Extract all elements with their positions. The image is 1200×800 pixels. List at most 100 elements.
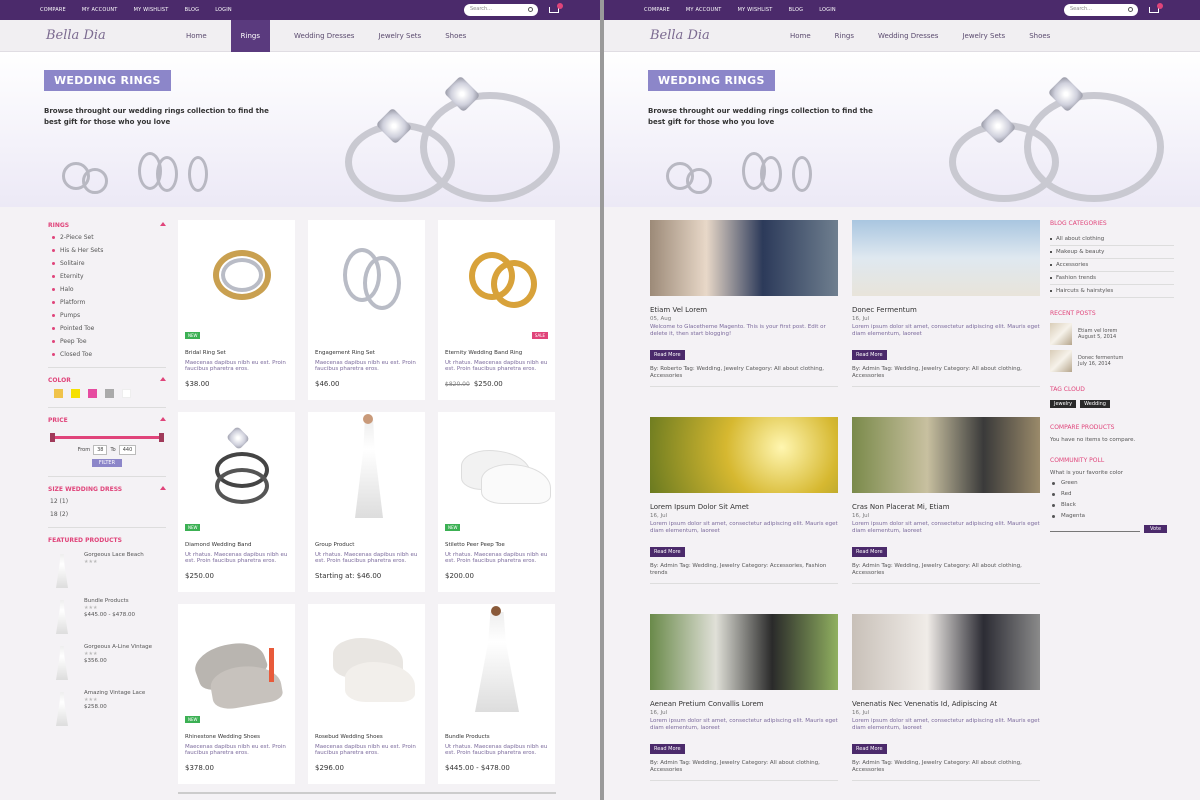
search-icon[interactable]: [1128, 7, 1133, 12]
product-image[interactable]: [445, 220, 548, 330]
nav-wedding-dresses[interactable]: Wedding Dresses: [294, 20, 354, 52]
nav-home[interactable]: Home: [790, 20, 811, 52]
featured-product[interactable]: Amazing Vintage Lace ★★★ $258.00: [48, 690, 166, 728]
product-name[interactable]: Group Product: [315, 542, 418, 548]
featured-product-name[interactable]: Bundle Products: [84, 598, 135, 605]
size-option[interactable]: 18 (2): [50, 511, 166, 518]
read-more-button[interactable]: Read More: [650, 350, 685, 360]
post-image[interactable]: [650, 614, 838, 690]
product-image[interactable]: [185, 220, 288, 330]
post-title[interactable]: Venenatis Nec Venenatis Id, Adipiscing A…: [852, 700, 1040, 708]
product-image[interactable]: [185, 604, 288, 714]
top-link-login[interactable]: LOGIN: [215, 7, 232, 13]
product-card[interactable]: NEW Rhinestone Wedding Shoes Maecenas dapi…: [178, 604, 295, 784]
poll-option[interactable]: Black: [1052, 502, 1174, 508]
color-swatch[interactable]: [105, 389, 114, 398]
top-link-compare[interactable]: COMPARE: [644, 7, 670, 13]
product-thumbnail[interactable]: [48, 598, 76, 636]
post-title[interactable]: Donec Fermentum: [852, 306, 1040, 314]
product-card[interactable]: NEW Diamond Wedding Band Ut rhatus. Maecen…: [178, 412, 295, 592]
blog-category-link[interactable]: Fashion trends: [1050, 272, 1174, 285]
read-more-button[interactable]: Read More: [650, 547, 685, 557]
filter-heading-rings[interactable]: RINGS: [48, 222, 166, 229]
color-swatch[interactable]: [54, 389, 63, 398]
post-title[interactable]: Lorem Ipsum Dolor Sit Amet: [650, 503, 838, 511]
nav-jewelry-sets[interactable]: Jewelry Sets: [378, 20, 421, 52]
poll-option[interactable]: Green: [1052, 480, 1174, 486]
product-image[interactable]: [445, 412, 551, 522]
read-more-button[interactable]: Read More: [650, 744, 685, 754]
filter-option-5[interactable]: Platform: [52, 299, 166, 306]
tag-link[interactable]: Wedding: [1080, 400, 1110, 408]
product-image[interactable]: [315, 604, 418, 714]
nav-shoes[interactable]: Shoes: [445, 20, 466, 52]
radio-button[interactable]: [1052, 514, 1055, 518]
read-more-button[interactable]: Read More: [852, 744, 887, 754]
featured-product[interactable]: Gorgeous Lace Beach ★★★: [48, 552, 166, 590]
collapse-icon[interactable]: [160, 486, 166, 490]
filter-heading-color[interactable]: COLOR: [48, 377, 166, 384]
radio-button[interactable]: [1052, 503, 1055, 507]
top-link-compare[interactable]: COMPARE: [40, 7, 66, 13]
product-name[interactable]: Diamond Wedding Band: [185, 542, 288, 548]
post-title[interactable]: Aenean Pretium Convallis Lorem: [650, 700, 838, 708]
top-link-blog[interactable]: BLOG: [789, 7, 804, 13]
product-image[interactable]: [315, 220, 418, 330]
cart-icon[interactable]: [1148, 3, 1163, 15]
filter-heading-price[interactable]: PRICE: [48, 417, 166, 424]
product-name[interactable]: Bundle Products: [445, 734, 548, 740]
product-name[interactable]: Rhinestone Wedding Shoes: [185, 734, 288, 740]
recent-post[interactable]: Donec fermentum July 16, 2014: [1050, 350, 1174, 372]
top-link-wishlist[interactable]: MY WISHLIST: [134, 7, 169, 13]
product-card[interactable]: NEW Bridal Ring Set Maecenas dapibus nibh …: [178, 220, 295, 400]
product-thumbnail[interactable]: [48, 552, 76, 590]
tag-link[interactable]: Jewelry: [1050, 400, 1077, 408]
product-name[interactable]: Bridal Ring Set: [185, 350, 288, 356]
search-icon[interactable]: [528, 7, 533, 12]
blog-category-link[interactable]: Makeup & beauty: [1050, 246, 1174, 259]
blog-category-link[interactable]: Haircuts & hairstyles: [1050, 285, 1174, 298]
read-more-button[interactable]: Read More: [852, 350, 887, 360]
nav-home[interactable]: Home: [186, 20, 207, 52]
product-image[interactable]: [185, 412, 288, 522]
top-link-wishlist[interactable]: MY WISHLIST: [738, 7, 773, 13]
slider-handle-max[interactable]: [159, 433, 164, 442]
featured-product[interactable]: Gorgeous A-Line Vintage ★★★ $356.00: [48, 644, 166, 682]
post-image[interactable]: [650, 417, 838, 493]
post-image[interactable]: [852, 220, 1040, 296]
radio-button[interactable]: [1052, 481, 1055, 485]
top-link-login[interactable]: LOGIN: [819, 7, 836, 13]
top-link-blog[interactable]: BLOG: [185, 7, 200, 13]
top-link-account[interactable]: MY ACCOUNT: [686, 7, 722, 13]
post-image[interactable]: [852, 614, 1040, 690]
price-from-input[interactable]: 38: [93, 445, 108, 455]
product-card[interactable]: Group Product Ut rhatus. Maecenas dapibus…: [308, 412, 425, 592]
product-card[interactable]: Engagement Ring Set Maecenas dapibus nibh…: [308, 220, 425, 400]
collapse-icon[interactable]: [160, 222, 166, 226]
filter-button[interactable]: FILTER: [92, 459, 122, 467]
color-swatch[interactable]: [88, 389, 97, 398]
product-name[interactable]: Engagement Ring Set: [315, 350, 418, 356]
site-logo[interactable]: Bella Dia: [46, 28, 186, 43]
filter-option-2[interactable]: Solitaire: [52, 260, 166, 267]
price-slider[interactable]: [50, 433, 164, 442]
recent-post[interactable]: Etiam vel lorem August 5, 2014: [1050, 323, 1174, 345]
post-title[interactable]: Cras Non Placerat Mi, Etiam: [852, 503, 1040, 511]
blog-category-link[interactable]: All about clothing: [1050, 233, 1174, 246]
read-more-button[interactable]: Read More: [852, 547, 887, 557]
slider-handle-min[interactable]: [50, 433, 55, 442]
size-option[interactable]: 12 (1): [50, 498, 166, 505]
product-name[interactable]: Rosebud Wedding Shoes: [315, 734, 418, 740]
post-thumbnail[interactable]: [1050, 323, 1072, 345]
product-card[interactable]: NEW Stiletto Peer Peep Toe Ut rhatus. Maec…: [438, 412, 555, 592]
product-card[interactable]: Bundle Products Ut rhatus. Maecenas dapib…: [438, 604, 555, 784]
cart-icon[interactable]: [548, 3, 563, 15]
filter-option-4[interactable]: Halo: [52, 286, 166, 293]
filter-option-0[interactable]: 2-Piece Set: [52, 234, 166, 241]
price-to-input[interactable]: 440: [118, 445, 137, 455]
post-image[interactable]: [650, 220, 838, 296]
filter-option-3[interactable]: Eternity: [52, 273, 166, 280]
nav-wedding-dresses[interactable]: Wedding Dresses: [878, 20, 938, 52]
product-name[interactable]: Stiletto Peer Peep Toe: [445, 542, 548, 548]
featured-product-name[interactable]: Gorgeous Lace Beach: [84, 552, 144, 559]
